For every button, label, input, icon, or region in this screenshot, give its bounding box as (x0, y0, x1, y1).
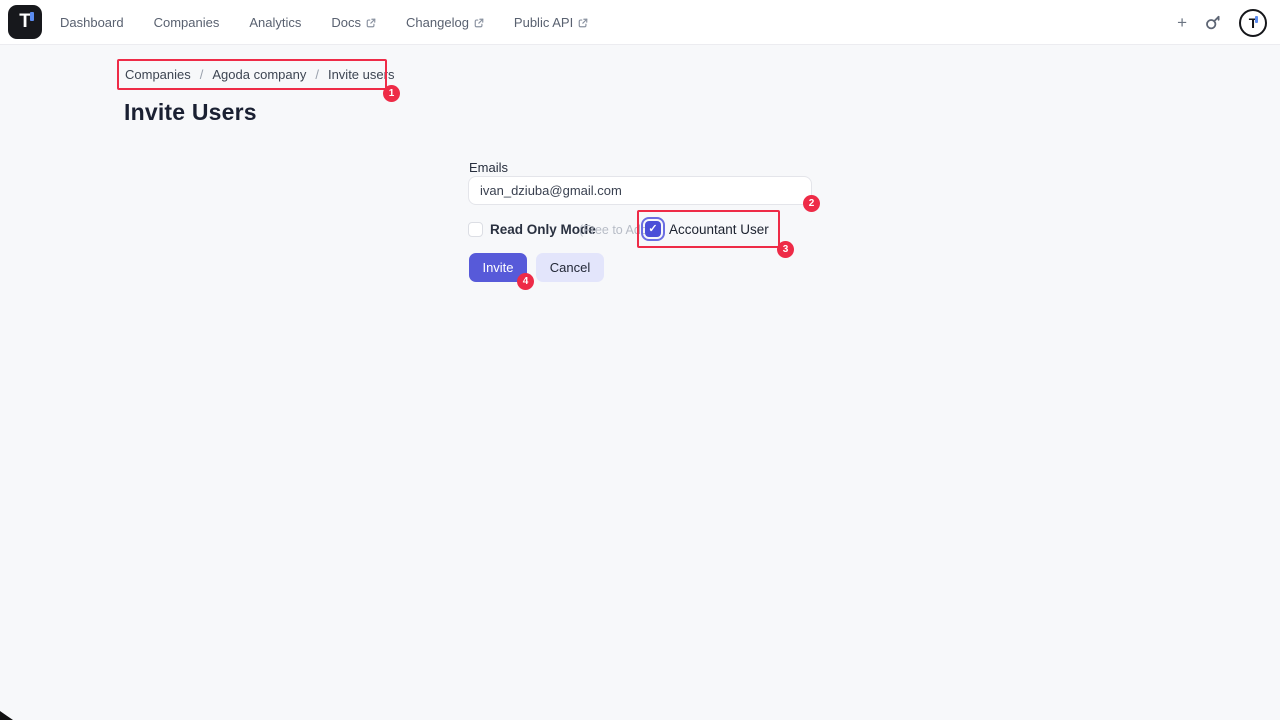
external-link-icon (474, 18, 484, 28)
breadcrumb-invite-users[interactable]: Invite users (328, 67, 394, 82)
invite-button[interactable]: Invite (469, 253, 527, 282)
nav-label: Docs (331, 15, 361, 30)
breadcrumb: Companies / Agoda company / Invite users (125, 67, 394, 82)
nav-label: Companies (154, 15, 220, 30)
nav-label: Public API (514, 15, 573, 30)
logo-letter: T (8, 5, 42, 39)
nav-item-analytics[interactable]: Analytics (249, 15, 301, 30)
breadcrumb-separator: / (315, 67, 319, 82)
emails-label: Emails (469, 160, 508, 175)
app-logo[interactable]: T (8, 5, 42, 39)
breadcrumb-companies[interactable]: Companies (125, 67, 191, 82)
cancel-button[interactable]: Cancel (536, 253, 604, 282)
header-actions: + T (1177, 0, 1267, 45)
avatar-letter: T (1241, 11, 1265, 35)
nav-label: Dashboard (60, 15, 124, 30)
accountant-user-label[interactable]: Accountant User (669, 222, 769, 237)
logo-blue-accent (30, 12, 34, 21)
nav-item-companies[interactable]: Companies (154, 15, 220, 30)
read-only-checkbox[interactable] (468, 222, 483, 237)
search-icon[interactable] (1204, 14, 1222, 32)
checkmark-icon: ✓ (648, 224, 657, 235)
cursor-artifact (0, 711, 13, 720)
breadcrumb-separator: / (200, 67, 204, 82)
nav-item-dashboard[interactable]: Dashboard (60, 15, 124, 30)
external-link-icon (366, 18, 376, 28)
read-only-hint: (Free to Add) (579, 223, 652, 237)
user-avatar[interactable]: T (1239, 9, 1267, 37)
annotation-badge-3: 3 (777, 241, 794, 258)
nav-item-docs[interactable]: Docs (331, 15, 376, 30)
nav-item-public-api[interactable]: Public API (514, 15, 588, 30)
main-nav: Dashboard Companies Analytics Docs Chang… (60, 0, 588, 45)
annotation-badge-1: 1 (383, 85, 400, 102)
top-navbar: T Dashboard Companies Analytics Docs Cha… (0, 0, 1280, 45)
accountant-checkbox[interactable]: ✓ (645, 221, 661, 237)
nav-label: Analytics (249, 15, 301, 30)
nav-item-changelog[interactable]: Changelog (406, 15, 484, 30)
external-link-icon (578, 18, 588, 28)
nav-label: Changelog (406, 15, 469, 30)
breadcrumb-agoda-company[interactable]: Agoda company (212, 67, 306, 82)
emails-input[interactable] (468, 176, 812, 205)
avatar-blue-accent (1255, 16, 1258, 23)
add-icon[interactable]: + (1177, 14, 1187, 31)
page-title: Invite Users (124, 99, 257, 126)
